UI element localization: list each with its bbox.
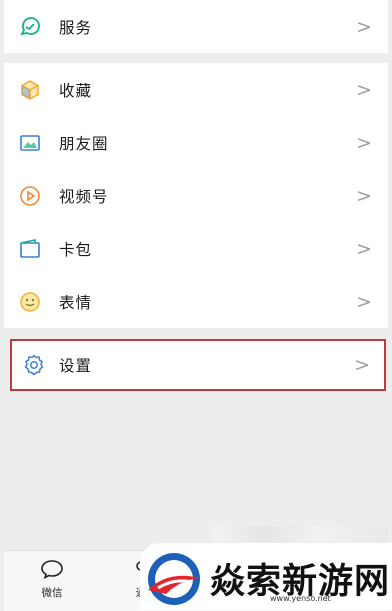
chevron-right-icon: > [356, 131, 372, 154]
chevron-right-icon: > [356, 78, 372, 101]
cards-row[interactable]: 卡包 > [4, 222, 388, 275]
wallet-icon [20, 239, 40, 258]
play-circle-icon [20, 186, 40, 206]
chevron-right-icon: > [354, 354, 370, 376]
chevron-right-icon: > [356, 290, 372, 313]
gear-icon [24, 354, 44, 376]
moments-label: 朋友圈 [59, 134, 109, 153]
cards-label: 卡包 [59, 240, 93, 259]
moments-row[interactable]: 朋友圈 > [4, 116, 388, 169]
tab-chats-label: 微信 [41, 587, 63, 599]
channels-row[interactable]: 视频号 > [4, 169, 388, 222]
favorites-row[interactable]: 收藏 > [4, 63, 388, 116]
channels-label: 视频号 [59, 187, 109, 206]
cube-icon [21, 80, 39, 100]
services-row[interactable]: 服务 > [4, 0, 388, 53]
settings-row[interactable]: 设置 > [4, 339, 388, 391]
picture-icon [20, 135, 40, 151]
settings-label: 设置 [59, 357, 93, 375]
services-group: 服务 > [4, 0, 388, 53]
services-icon [20, 17, 40, 36]
chevron-right-icon: > [356, 237, 372, 260]
smiley-icon [20, 292, 40, 312]
chevron-right-icon: > [356, 15, 372, 38]
services-label: 服务 [59, 18, 93, 37]
chevron-right-icon: > [356, 184, 372, 207]
tab-chats[interactable]: 微信 [22, 559, 82, 600]
watermark-logo-icon [148, 553, 200, 605]
chat-bubble-icon [41, 560, 63, 580]
watermark-url: www.yenso.net [270, 594, 331, 603]
me-page: 服务 > 收藏 > 朋友圈 > 视频号 > 卡包 > 表情 > 设置 > 微信 [4, 0, 388, 611]
blurred-strip [212, 526, 388, 542]
features-group: 收藏 > 朋友圈 > 视频号 > 卡包 > 表情 > [4, 63, 388, 328]
favorites-label: 收藏 [59, 81, 93, 100]
stickers-label: 表情 [59, 293, 93, 312]
stickers-row[interactable]: 表情 > [4, 275, 388, 328]
